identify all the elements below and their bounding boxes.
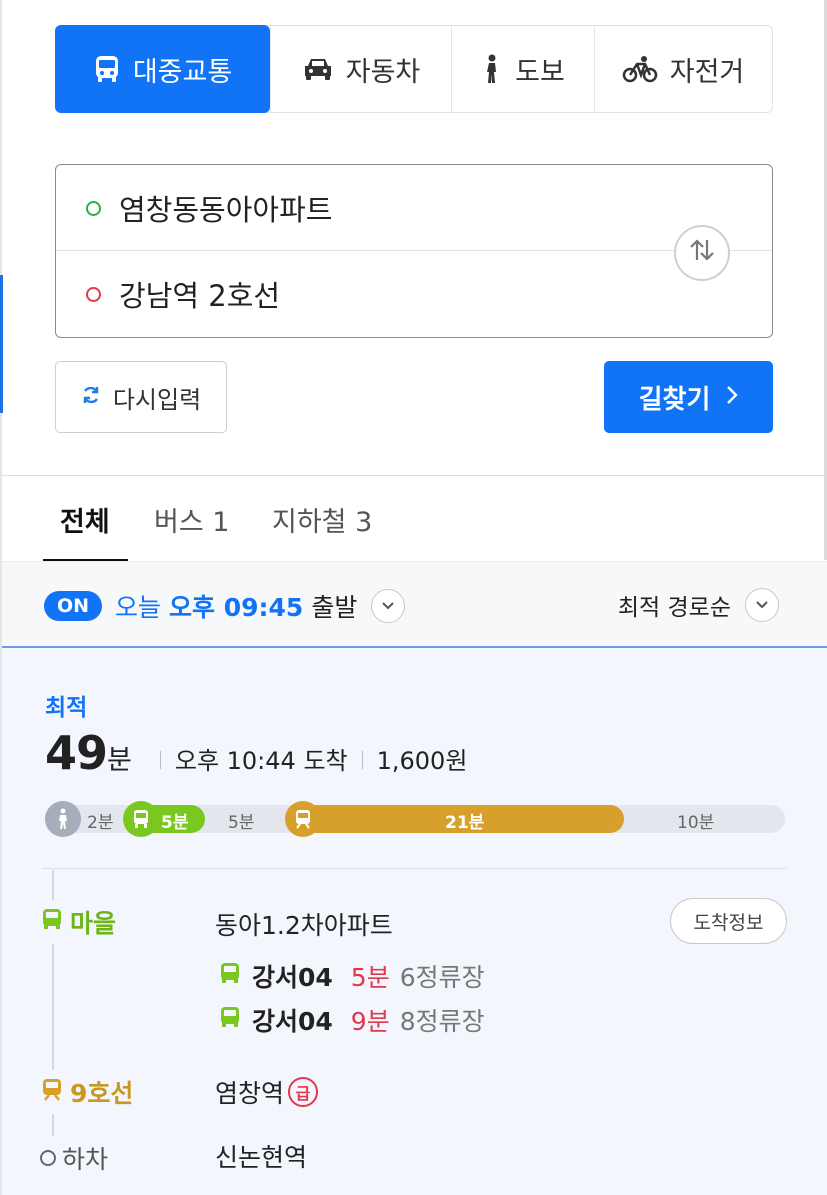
sort-selector[interactable]: 최적 경로순 (618, 588, 779, 622)
route-input-box: 염창동동아아파트 강남역 2호선 (55, 164, 773, 338)
swap-arrows-icon (687, 237, 717, 270)
subway-board-station: 염창역 급 (215, 1074, 319, 1110)
subway-line-label: 9호선 (70, 1079, 134, 1108)
bus-stops-away: 8정류장 (399, 1007, 485, 1036)
total-minutes: 49 (45, 726, 108, 780)
mode-tab-bicycle[interactable]: 자전거 (594, 26, 771, 112)
reset-button[interactable]: 다시입력 (55, 361, 227, 433)
departure-filter-bar: ON 오늘 오후 09:45 출발 최적 경로순 (2, 561, 827, 648)
bus-icon (40, 907, 64, 937)
find-route-button[interactable]: 길찾기 (604, 361, 773, 433)
chevron-down-icon (371, 589, 406, 623)
departure-time: 오후 09:45 (169, 593, 304, 622)
bus-number: 강서04 (252, 1007, 333, 1036)
subway-station-name: 염창역 (215, 1079, 285, 1108)
section-divider (2, 475, 827, 476)
transport-mode-tabs: 대중교통 자동차 도보 자전거 (55, 25, 773, 113)
refresh-icon (81, 383, 101, 411)
get-off-label: 하차 (62, 1145, 109, 1174)
chevron-right-icon (726, 382, 739, 412)
origin-value: 염창동동아아파트 (119, 193, 333, 227)
tab-all[interactable]: 전체 (60, 500, 110, 539)
destination-dot-icon (86, 286, 101, 302)
mode-label: 대중교통 (132, 56, 233, 88)
route-timeline-bar: 2분 5분 5분 21분 10분 (45, 801, 785, 837)
walk-icon (45, 801, 81, 837)
sort-label: 최적 경로순 (617, 595, 731, 621)
fare: 1,600원 (376, 747, 468, 775)
subway-icon (40, 1077, 64, 1107)
bus-stop-name: 동아1.2차아파트 (215, 911, 393, 940)
bus-number: 강서04 (252, 963, 333, 992)
get-off-dot-icon (40, 1150, 56, 1166)
departure-day: 오늘 (115, 593, 162, 622)
mode-tab-car[interactable]: 자동차 (270, 26, 451, 112)
mode-label: 자전거 (669, 56, 745, 88)
summary-separator (159, 751, 161, 769)
step-type-village-bus: 마을 (40, 900, 117, 944)
departure-suffix: 출발 (311, 593, 358, 622)
subway-icon (285, 801, 321, 837)
tab-bus[interactable]: 버스 1 (154, 500, 229, 539)
swap-route-button[interactable] (674, 225, 730, 281)
express-badge: 급 (288, 1077, 319, 1107)
timeline-bus-time: 5분 (161, 813, 189, 833)
timeline-walk-time: 2분 (87, 813, 114, 833)
walk-icon (481, 54, 503, 84)
bus-icon (123, 801, 159, 837)
route-result-card[interactable]: 최적 49 분 오후 10:44 도착 1,600원 2분 5분 5분 21분 … (2, 648, 827, 1195)
mode-tab-walk[interactable]: 도보 (451, 26, 594, 112)
arrival-time: 오후 10:44 도착 (174, 747, 348, 775)
timeline-subway-time: 21분 (445, 813, 485, 833)
origin-field[interactable]: 염창동동아아파트 (56, 165, 772, 251)
mode-tab-transit[interactable]: 대중교통 (55, 25, 270, 113)
car-icon (302, 56, 334, 82)
find-route-label: 길찾기 (638, 384, 711, 415)
bus-line-item[interactable]: 강서04 5분 6정류장 (218, 958, 485, 994)
card-divider (42, 868, 787, 869)
route-summary: 49 분 오후 10:44 도착 1,600원 (45, 726, 467, 780)
best-route-label: 최적 (45, 695, 88, 721)
bus-line-item[interactable]: 강서04 9분 8정류장 (218, 1002, 485, 1038)
step-type-subway: 9호선 (40, 1070, 134, 1114)
get-off-station-name: 신논현역 (215, 1143, 308, 1172)
bus-icon (218, 961, 242, 991)
summary-separator (361, 751, 363, 769)
bicycle-icon (622, 55, 658, 83)
reset-label: 다시입력 (112, 385, 202, 414)
bus-arrival-minutes: 5분 (350, 963, 390, 992)
bus-stops-away: 6정류장 (399, 963, 485, 992)
on-toggle[interactable]: ON (44, 591, 102, 621)
timeline-walk-end-time: 10분 (677, 813, 715, 833)
step-type-get-off: 하차 (40, 1136, 109, 1180)
bus-arrival-minutes: 9분 (350, 1007, 390, 1036)
timeline-wait-time: 5분 (228, 813, 255, 833)
bus-icon (93, 54, 121, 84)
chevron-down-icon (745, 588, 779, 622)
destination-value: 강남역 2호선 (119, 279, 281, 313)
origin-dot-icon (86, 200, 101, 216)
mode-label: 자동차 (345, 56, 421, 88)
minutes-unit: 분 (107, 745, 132, 776)
tab-subway[interactable]: 지하철 3 (272, 500, 372, 539)
mode-label: 도보 (515, 56, 565, 88)
frame-accent (0, 275, 3, 413)
departure-time-selector[interactable]: 오늘 오후 09:45 출발 (115, 588, 406, 624)
destination-field[interactable]: 강남역 2호선 (56, 251, 772, 337)
bus-icon (218, 1005, 242, 1035)
arrival-info-button[interactable]: 도착정보 (670, 898, 787, 944)
bus-step-type-label: 마을 (70, 909, 117, 938)
